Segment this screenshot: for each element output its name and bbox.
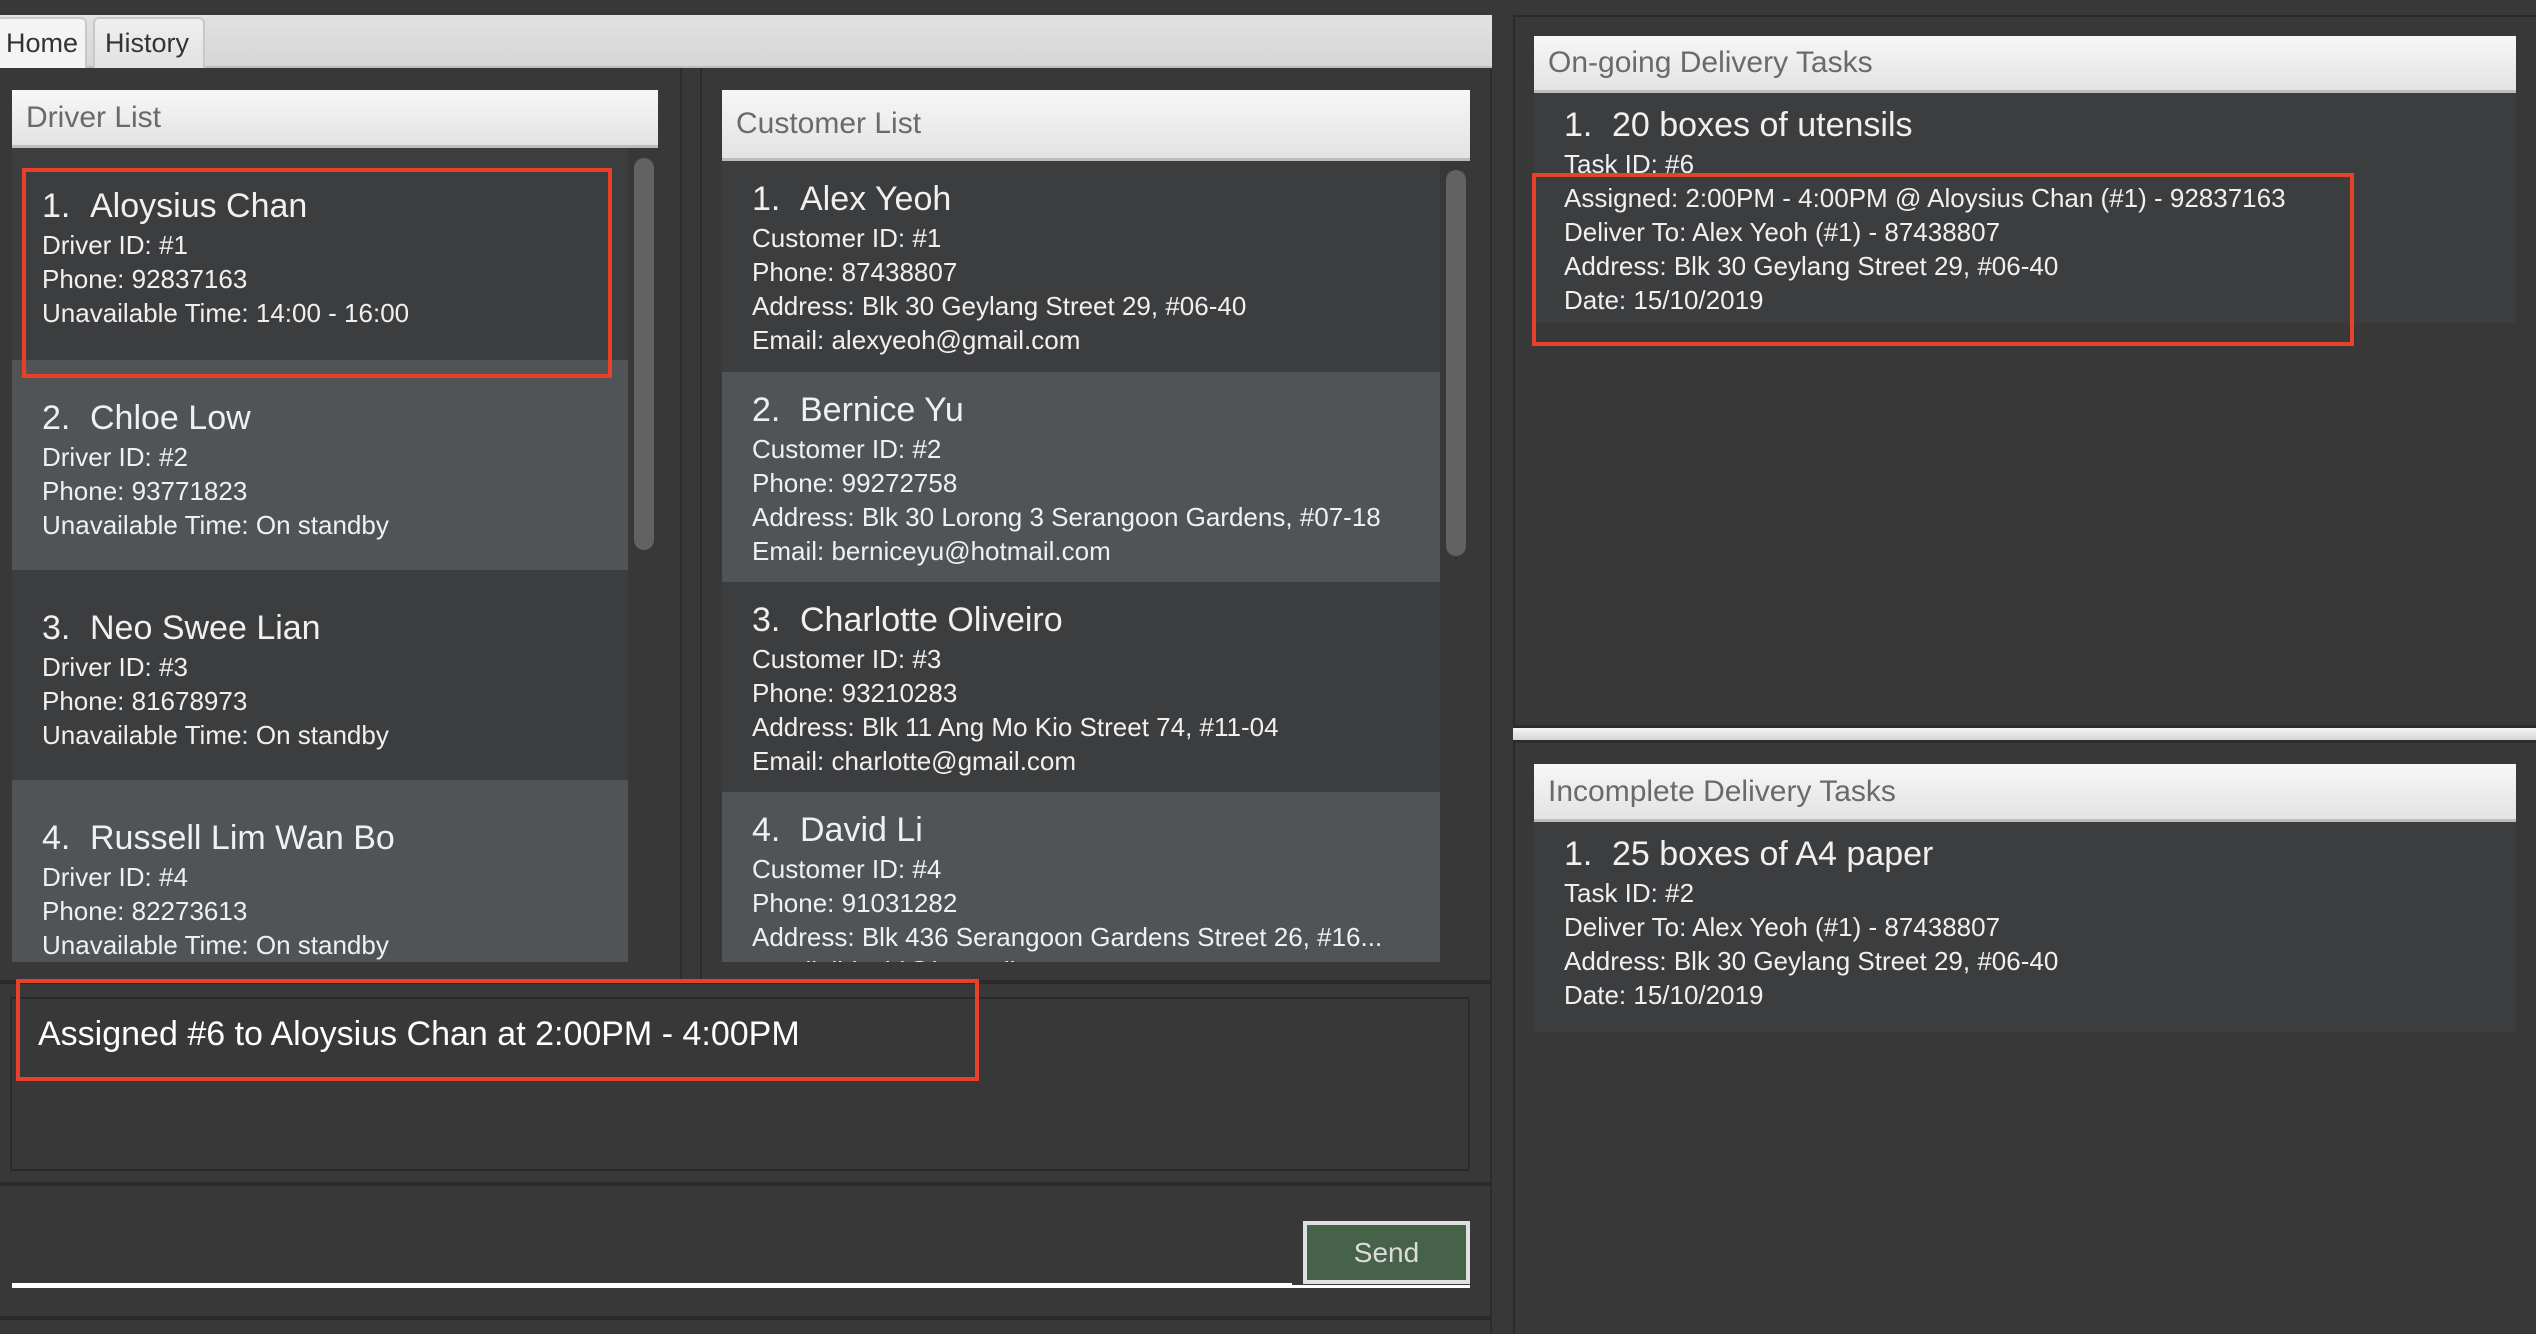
customer-id: Customer ID: #1 [752,223,942,253]
customer-list-title: Customer List [736,107,922,140]
task-address: Address: Blk 30 Geylang Street 29, #06-4… [1564,946,2059,976]
driver-id: Driver ID: #1 [42,230,188,260]
customer-email: Email: alexyeoh@gmail.com [752,325,1081,355]
task-assigned: Assigned: 2:00PM - 4:00PM @ Aloysius Cha… [1564,183,2286,213]
driver-id: Driver ID: #3 [42,652,188,682]
command-input-underline [12,1285,1470,1288]
driver-card[interactable]: 4. Russell Lim Wan Bo Driver ID: #4 Phone… [12,780,628,962]
customer-address: Address: Blk 11 Ang Mo Kio Street 74, #1… [752,712,1279,742]
customer-id: Customer ID: #3 [752,644,942,674]
command-input[interactable] [12,1200,1292,1286]
customer-email: Email: charlotte@gmail.com [752,746,1077,776]
send-button-label: Send [1353,1236,1420,1268]
tab-home[interactable]: Home [0,17,87,68]
customer-id: Customer ID: #4 [752,854,942,884]
ongoing-tasks-header: On-going Delivery Tasks [1534,36,2516,93]
task-deliver-to: Deliver To: Alex Yeoh (#1) - 87438807 [1564,217,2001,247]
result-message: Assigned #6 to Aloysius Chan at 2:00PM -… [38,1015,800,1053]
task-id: Task ID: #2 [1564,878,1695,908]
customer-list: 1. Alex Yeoh Customer ID: #1 Phone: 87438… [722,161,1440,962]
customer-name: 4. David Li [752,811,923,849]
customer-phone: Phone: 91031282 [752,888,958,918]
list-divider[interactable] [680,68,682,980]
customer-email: Email: berniceyu@hotmail.com [752,536,1111,566]
driver-unavailable-time: Unavailable Time: On standby [42,720,389,750]
customer-name: 1. Alex Yeoh [752,180,952,218]
driver-card[interactable]: 1. Aloysius Chan Driver ID: #1 Phone: 928… [12,148,628,360]
tab-bar: Home History [0,15,1492,68]
customer-email: Email: lidavid@hotmail.com [752,954,1440,962]
customer-list-header: Customer List [722,90,1470,161]
driver-card[interactable]: 2. Chloe Low Driver ID: #2 Phone: 9377182… [12,360,628,570]
driver-unavailable-time: Unavailable Time: 14:00 - 16:00 [42,298,410,328]
incomplete-tasks-header: Incomplete Delivery Tasks [1534,764,2516,822]
customer-card[interactable]: 3. Charlotte Oliveiro Customer ID: #3 Pho… [722,582,1440,792]
incomplete-tasks-title: Incomplete Delivery Tasks [1548,774,1896,808]
send-button[interactable]: Send [1303,1221,1470,1284]
task-date: Date: 15/10/2019 [1564,285,1764,315]
customer-phone: Phone: 93210283 [752,678,958,708]
command-separator [0,1182,1492,1186]
ongoing-task-card[interactable]: 1. 20 boxes of utensils Task ID: #6 Assig… [1534,93,2516,323]
tab-history[interactable]: History [93,17,205,68]
driver-list-title: Driver List [26,100,162,134]
task-deliver-to: Deliver To: Alex Yeoh (#1) - 87438807 [1564,912,2001,942]
customer-address: Address: Blk 30 Lorong 3 Serangoon Garde… [752,502,1381,532]
task-description: 1. 20 boxes of utensils [1564,106,1913,144]
result-separator [0,980,1492,984]
customer-list-scrollbar[interactable] [1446,170,1466,556]
ongoing-tasks-title: On-going Delivery Tasks [1548,46,1873,79]
customer-phone: Phone: 99272758 [752,468,958,498]
tasks-splitter[interactable] [1513,725,2536,743]
list-divider-edge [700,68,702,980]
task-id: Task ID: #6 [1564,149,1695,179]
driver-phone: Phone: 93771823 [42,476,248,506]
customer-address: Address: Blk 436 Serangoon Gardens Stree… [752,922,1383,952]
driver-list: 1. Aloysius Chan Driver ID: #1 Phone: 928… [12,148,628,962]
customer-address: Address: Blk 30 Geylang Street 29, #06-4… [752,291,1247,321]
customer-id: Customer ID: #2 [752,434,942,464]
customer-phone: Phone: 87438807 [752,257,958,287]
driver-phone: Phone: 82273613 [42,896,248,926]
driver-unavailable-time: Unavailable Time: On standby [42,930,389,960]
driver-unavailable-time: Unavailable Time: On standby [42,510,389,540]
customer-card[interactable]: 1. Alex Yeoh Customer ID: #1 Phone: 87438… [722,161,1440,372]
driver-name: 4. Russell Lim Wan Bo [42,819,395,857]
customer-name: 3. Charlotte Oliveiro [752,601,1063,639]
driver-card[interactable]: 3. Neo Swee Lian Driver ID: #3 Phone: 816… [12,570,628,780]
driver-list-scrollbar[interactable] [634,158,654,550]
driver-phone: Phone: 92837163 [42,264,248,294]
driver-name: 1. Aloysius Chan [42,187,308,225]
driver-name: 2. Chloe Low [42,399,251,437]
customer-card[interactable]: 4. David Li Customer ID: #4 Phone: 910312… [722,792,1440,962]
task-date: Date: 15/10/2019 [1564,980,1764,1010]
customer-name: 2. Bernice Yu [752,391,964,429]
task-description: 1. 25 boxes of A4 paper [1564,835,1934,873]
driver-phone: Phone: 81678973 [42,686,248,716]
incomplete-task-card[interactable]: 1. 25 boxes of A4 paper Task ID: #2 Deliv… [1534,822,2516,1032]
task-address: Address: Blk 30 Geylang Street 29, #06-4… [1564,251,2059,281]
driver-list-header: Driver List [12,90,658,148]
driver-id: Driver ID: #4 [42,862,188,892]
driver-name: 3. Neo Swee Lian [42,609,321,647]
customer-card[interactable]: 2. Bernice Yu Customer ID: #2 Phone: 9927… [722,372,1440,582]
status-separator [0,1316,1492,1320]
driver-id: Driver ID: #2 [42,442,188,472]
